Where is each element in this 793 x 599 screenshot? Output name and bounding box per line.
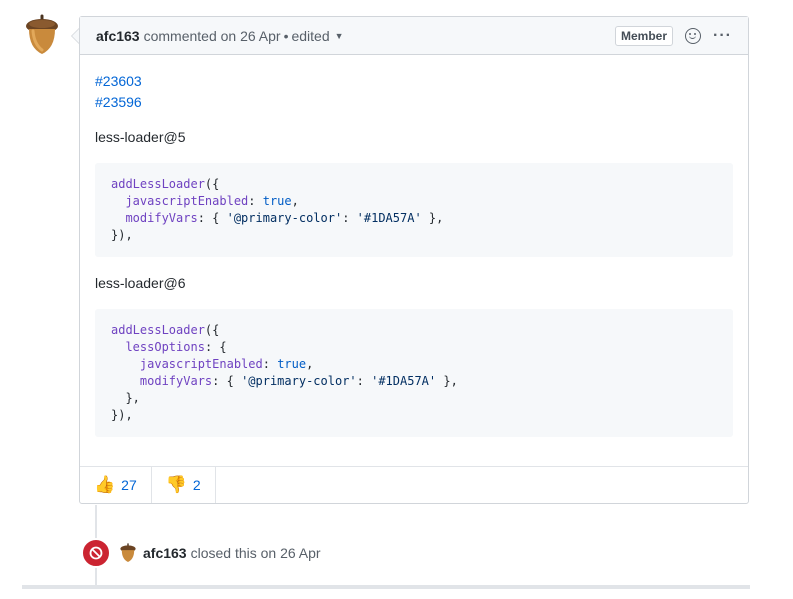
code-block-less-loader-6: addLessLoader({ lessOptions: { javascrip… xyxy=(95,309,733,437)
closed-event-author[interactable]: afc163 xyxy=(143,545,187,561)
thumbs-down-count: 2 xyxy=(192,477,201,493)
closed-badge xyxy=(81,538,111,568)
issue-link-23596[interactable]: #23596 xyxy=(95,92,733,113)
separator-dot: • xyxy=(283,27,289,44)
section-label-less-loader-5: less-loader@5 xyxy=(95,129,186,145)
member-badge: Member xyxy=(615,26,674,46)
comment-body: #23603 #23596 less-loader@5 addLessLoade… xyxy=(80,55,748,437)
comment-author[interactable]: afc163 xyxy=(96,28,140,44)
more-options-icon[interactable]: ··· xyxy=(713,27,732,45)
acorn-avatar-small[interactable] xyxy=(119,543,137,563)
code-block-less-loader-5: addLessLoader({ javascriptEnabled: true,… xyxy=(95,163,733,257)
thumbs-up-count: 27 xyxy=(121,477,137,493)
section-label-less-loader-6: less-loader@6 xyxy=(95,275,186,291)
circle-slash-icon xyxy=(89,546,103,560)
thumbs-down-icon: 👎 xyxy=(165,475,187,494)
acorn-avatar[interactable] xyxy=(24,14,60,56)
comment-action[interactable]: commented on 26 Apr xyxy=(144,28,281,44)
reaction-thumbs-up[interactable]: 👍 27 xyxy=(80,467,152,503)
reaction-thumbs-down[interactable]: 👎 2 xyxy=(152,467,216,503)
caret-down-icon[interactable]: ▼ xyxy=(335,31,344,41)
closed-event: afc163 closed this on 26 Apr xyxy=(81,538,321,568)
timeline-divider xyxy=(22,585,750,589)
closed-event-text: closed this on 26 Apr xyxy=(190,545,321,561)
comment-box: afc163 commented on 26 Apr • edited ▼ Me… xyxy=(79,16,749,504)
thumbs-up-icon: 👍 xyxy=(94,475,116,494)
add-reaction-icon[interactable] xyxy=(685,28,702,44)
reactions-bar: 👍 27 👎 2 xyxy=(80,466,748,503)
issue-link-23603[interactable]: #23603 xyxy=(95,71,733,92)
comment-header: afc163 commented on 26 Apr • edited ▼ Me… xyxy=(80,17,748,55)
edited-dropdown[interactable]: edited xyxy=(291,28,329,44)
